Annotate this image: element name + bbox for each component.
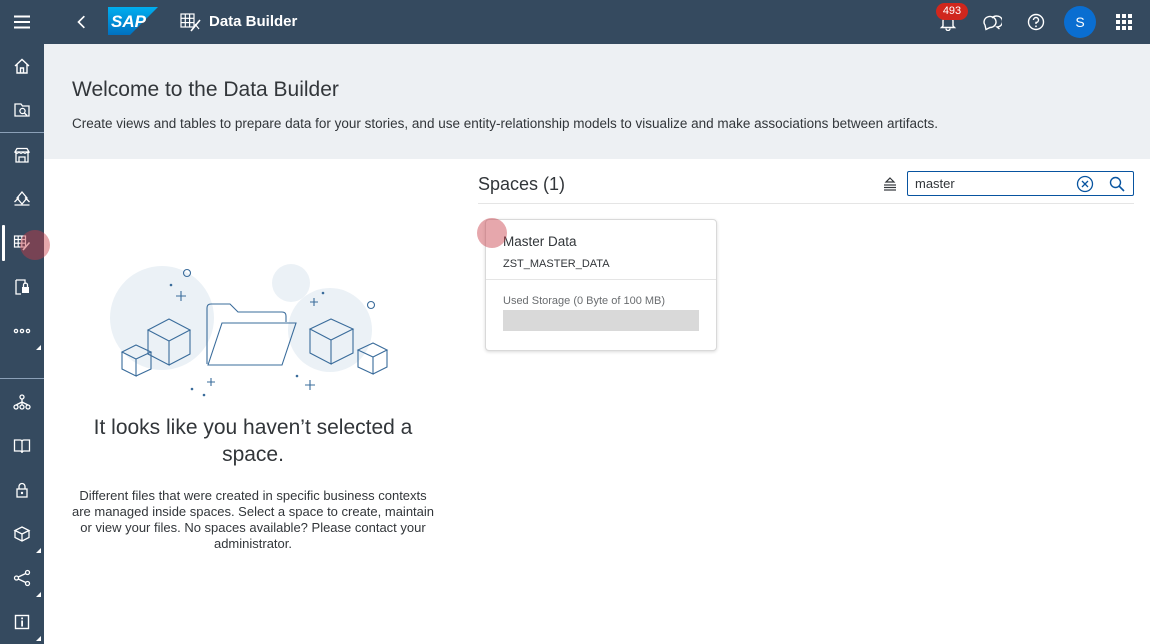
help-button[interactable]	[1022, 8, 1050, 36]
marketplace-icon[interactable]	[0, 133, 44, 177]
page-title: Welcome to the Data Builder	[72, 78, 339, 101]
shell-bar: SAP Data Builder 493 S	[44, 0, 1150, 44]
space-card[interactable]: Master Data ZST_MASTER_DATA Used Storage…	[485, 219, 717, 351]
sort-button[interactable]	[880, 175, 900, 193]
data-builder-icon[interactable]	[0, 221, 44, 265]
grid-icon	[1116, 14, 1132, 30]
repository-explorer-icon[interactable]	[0, 88, 44, 132]
product-switch-button[interactable]	[1110, 8, 1138, 36]
used-storage-bar	[503, 310, 699, 331]
feedback-icon	[983, 15, 1002, 31]
sort-icon	[884, 177, 896, 191]
notification-count-badge: 493	[936, 3, 968, 20]
page-header: Welcome to the Data Builder Create views…	[44, 44, 1150, 159]
search-input[interactable]	[915, 174, 1075, 193]
catalog-icon[interactable]	[0, 424, 44, 468]
spaces-header-divider	[478, 203, 1134, 204]
clear-icon	[1076, 175, 1094, 193]
empty-state-description: Different files that were created in spe…	[71, 488, 435, 551]
space-search-field[interactable]	[907, 171, 1134, 196]
spaces-title: Spaces (1)	[478, 174, 566, 194]
back-button[interactable]	[70, 11, 92, 33]
chevron-left-icon	[77, 15, 85, 29]
connections-icon[interactable]	[0, 380, 44, 424]
expand-corner-icon	[36, 548, 41, 553]
transport-icon[interactable]	[0, 512, 44, 556]
system-information-icon[interactable]	[0, 600, 44, 644]
no-space-illustration	[104, 258, 396, 404]
security-icon[interactable]	[0, 468, 44, 512]
search-button[interactable]	[1108, 175, 1126, 193]
more-icon[interactable]	[0, 309, 44, 353]
menu-icon[interactable]	[0, 0, 44, 44]
space-name: Master Data	[503, 234, 577, 249]
empty-state-title: It looks like you haven’t selected a spa…	[93, 416, 413, 466]
card-divider	[486, 279, 716, 280]
data-builder-app-icon	[180, 12, 202, 32]
expand-corner-icon	[36, 345, 41, 350]
feedback-button[interactable]	[978, 8, 1006, 36]
used-storage-label: Used Storage (0 Byte of 100 MB)	[503, 295, 666, 307]
help-icon	[1027, 13, 1045, 31]
svg-text:SAP: SAP	[111, 12, 147, 31]
side-navigation	[0, 0, 50, 644]
clear-search-button[interactable]	[1076, 175, 1094, 193]
user-avatar[interactable]: S	[1064, 6, 1096, 38]
app-title: Data Builder	[209, 13, 298, 30]
nav-divider	[0, 378, 44, 379]
expand-corner-icon	[36, 592, 41, 597]
sap-logo[interactable]: SAP	[108, 7, 158, 35]
space-business-id: ZST_MASTER_DATA	[503, 258, 610, 270]
expand-corner-icon	[36, 636, 41, 641]
data-integration-icon[interactable]	[0, 556, 44, 600]
page-subtitle: Create views and tables to prepare data …	[72, 116, 938, 131]
search-icon	[1109, 176, 1125, 192]
data-access-control-icon[interactable]	[0, 265, 44, 309]
home-icon[interactable]	[0, 44, 44, 88]
business-builder-icon[interactable]	[0, 177, 44, 221]
